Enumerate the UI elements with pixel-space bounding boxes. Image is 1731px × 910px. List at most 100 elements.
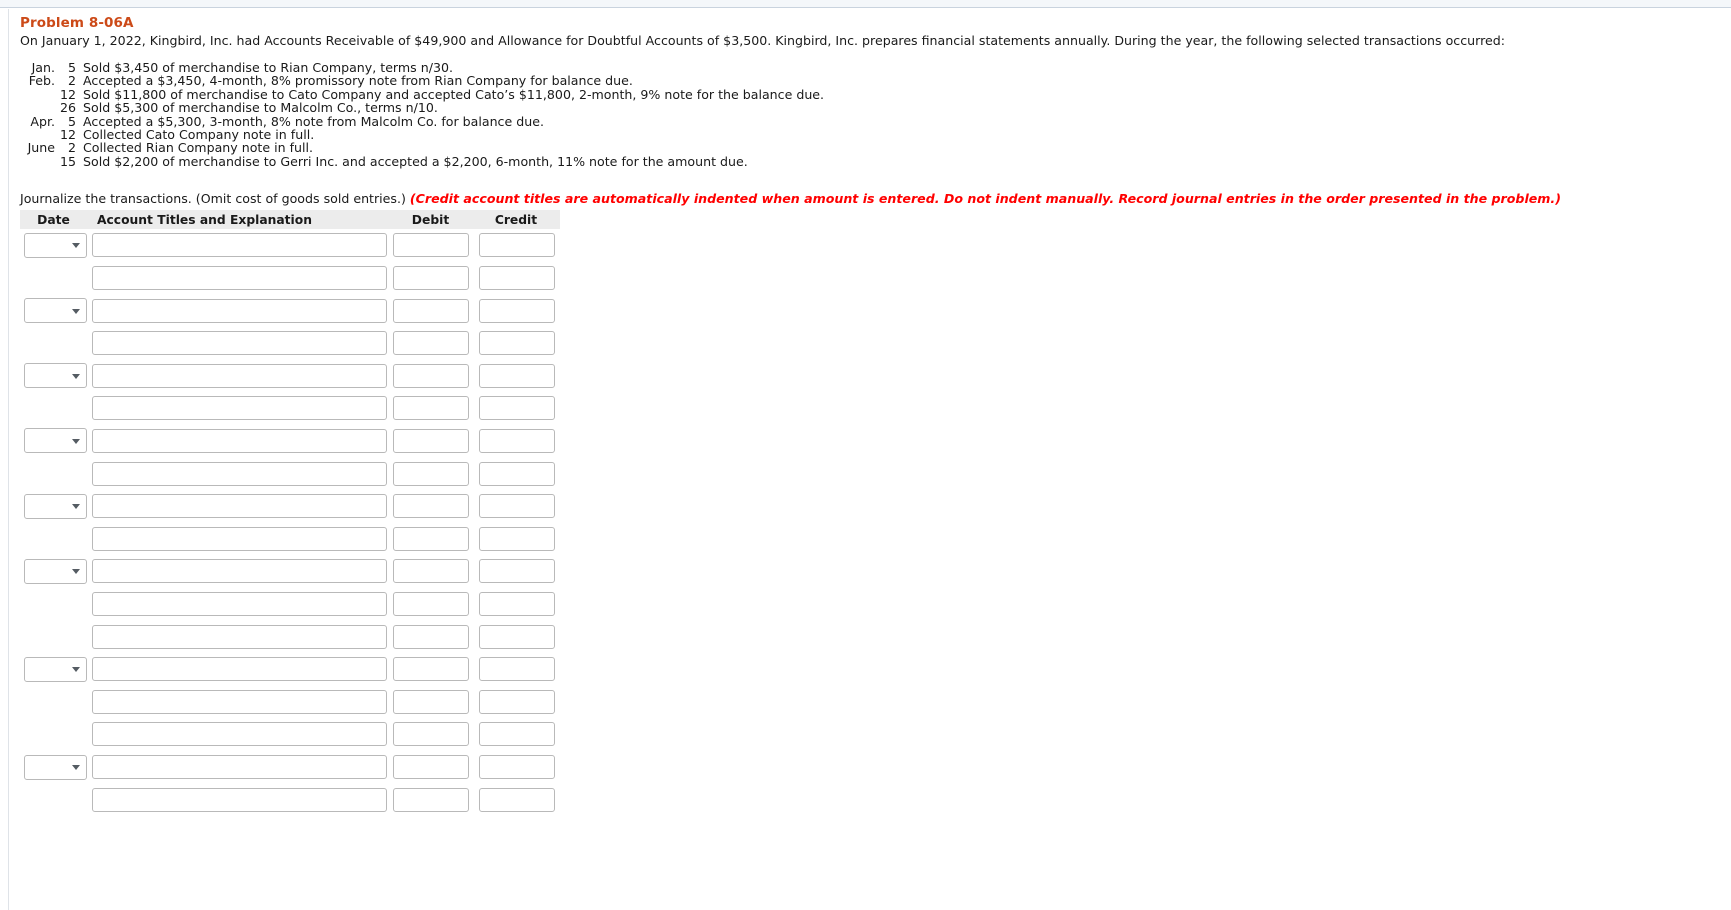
account-title-input-9[interactable] bbox=[92, 526, 387, 551]
account-title-input-14[interactable] bbox=[92, 689, 387, 714]
credit-cell bbox=[472, 559, 560, 584]
transaction-row: Apr. 5 Accepted a $5,300, 3-month, 8% note… bbox=[20, 113, 824, 129]
credit-amount-input-10[interactable] bbox=[479, 559, 555, 584]
date-cell bbox=[20, 298, 87, 324]
credit-cell bbox=[472, 722, 560, 747]
date-select-0[interactable] bbox=[24, 232, 87, 258]
account-title-input-5[interactable] bbox=[92, 396, 387, 421]
credit-amount-input-15[interactable] bbox=[479, 722, 555, 747]
transaction-row: 12 Sold $11,800 of merchandise to Cato Co… bbox=[20, 87, 824, 101]
journal-entry-row bbox=[20, 686, 560, 719]
credit-cell bbox=[472, 624, 560, 649]
account-title-input-7[interactable] bbox=[92, 461, 387, 486]
account-title-input-0[interactable] bbox=[92, 233, 387, 258]
date-select-16[interactable] bbox=[24, 754, 87, 780]
credit-amount-input-13[interactable] bbox=[479, 657, 555, 682]
journal-entry-row bbox=[20, 262, 560, 295]
debit-cell bbox=[389, 428, 472, 453]
transaction-day: 15 bbox=[59, 153, 76, 169]
credit-amount-input-5[interactable] bbox=[479, 396, 555, 421]
account-title-input-6[interactable] bbox=[92, 428, 387, 453]
credit-amount-input-8[interactable] bbox=[479, 494, 555, 519]
credit-amount-input-11[interactable] bbox=[479, 592, 555, 616]
credit-amount-input-4[interactable] bbox=[479, 363, 555, 388]
debit-amount-input-11[interactable] bbox=[393, 592, 469, 616]
debit-amount-input-7[interactable] bbox=[393, 461, 469, 486]
account-title-input-4[interactable] bbox=[92, 363, 387, 388]
account-cell bbox=[87, 396, 389, 421]
account-title-input-12[interactable] bbox=[92, 624, 387, 649]
debit-cell bbox=[389, 396, 472, 421]
account-cell bbox=[87, 331, 389, 356]
debit-amount-input-0[interactable] bbox=[393, 233, 469, 258]
debit-cell bbox=[389, 722, 472, 747]
transaction-day: 5 bbox=[67, 113, 76, 129]
credit-amount-input-6[interactable] bbox=[479, 428, 555, 453]
chevron-down-icon bbox=[72, 765, 80, 771]
account-title-input-3[interactable] bbox=[92, 331, 387, 356]
journal-entry-row bbox=[20, 425, 560, 458]
date-select-8[interactable] bbox=[24, 493, 87, 519]
credit-amount-input-3[interactable] bbox=[479, 331, 555, 356]
credit-cell bbox=[472, 363, 560, 388]
credit-amount-input-0[interactable] bbox=[479, 233, 555, 258]
journal-table-header-row: Date Account Titles and Explanation Debi… bbox=[20, 210, 560, 229]
debit-amount-input-1[interactable] bbox=[393, 265, 469, 290]
account-title-input-10[interactable] bbox=[92, 559, 387, 584]
debit-cell bbox=[389, 657, 472, 682]
account-title-input-2[interactable] bbox=[92, 298, 387, 323]
transaction-description: Sold $3,450 of merchandise to Rian Compa… bbox=[83, 60, 453, 75]
account-title-input-8[interactable] bbox=[92, 494, 387, 519]
credit-amount-input-9[interactable] bbox=[479, 526, 555, 551]
credit-cell bbox=[472, 396, 560, 421]
debit-amount-input-4[interactable] bbox=[393, 363, 469, 388]
debit-amount-input-10[interactable] bbox=[393, 559, 469, 584]
debit-amount-input-8[interactable] bbox=[393, 494, 469, 519]
account-title-input-16[interactable] bbox=[92, 755, 387, 780]
debit-amount-input-9[interactable] bbox=[393, 526, 469, 551]
chevron-down-icon bbox=[72, 373, 80, 379]
debit-amount-input-17[interactable] bbox=[393, 787, 469, 812]
debit-amount-input-14[interactable] bbox=[393, 689, 469, 714]
transaction-month: Jan. bbox=[31, 60, 55, 75]
problem-content-panel: Problem 8-06A On January 1, 2022, Kingbi… bbox=[8, 9, 1731, 910]
credit-amount-input-12[interactable] bbox=[479, 624, 555, 649]
credit-amount-input-1[interactable] bbox=[479, 265, 555, 290]
debit-amount-input-6[interactable] bbox=[393, 428, 469, 453]
account-cell bbox=[87, 298, 389, 323]
debit-amount-input-13[interactable] bbox=[393, 657, 469, 682]
account-title-input-17[interactable] bbox=[92, 787, 387, 812]
credit-amount-input-16[interactable] bbox=[479, 755, 555, 780]
date-select-10[interactable] bbox=[24, 558, 87, 584]
date-select-4[interactable] bbox=[24, 363, 87, 389]
account-title-input-11[interactable] bbox=[92, 592, 387, 616]
debit-cell bbox=[389, 265, 472, 290]
account-cell bbox=[87, 722, 389, 747]
credit-amount-input-14[interactable] bbox=[479, 689, 555, 714]
debit-amount-input-5[interactable] bbox=[393, 396, 469, 421]
account-title-input-1[interactable] bbox=[92, 265, 387, 290]
journal-entry-row bbox=[20, 392, 560, 425]
date-select-6[interactable] bbox=[24, 428, 87, 454]
debit-cell bbox=[389, 526, 472, 551]
date-select-2[interactable] bbox=[24, 298, 87, 324]
account-cell bbox=[87, 592, 389, 616]
debit-amount-input-2[interactable] bbox=[393, 298, 469, 323]
instruction-main-text: Journalize the transactions. (Omit cost … bbox=[20, 191, 410, 206]
chevron-down-icon bbox=[72, 569, 80, 575]
credit-cell bbox=[472, 592, 560, 616]
account-title-input-13[interactable] bbox=[92, 657, 387, 682]
credit-amount-input-17[interactable] bbox=[479, 787, 555, 812]
column-header-debit: Debit bbox=[411, 212, 450, 227]
debit-amount-input-15[interactable] bbox=[393, 722, 469, 747]
debit-amount-input-12[interactable] bbox=[393, 624, 469, 649]
debit-cell bbox=[389, 363, 472, 388]
debit-amount-input-16[interactable] bbox=[393, 755, 469, 780]
credit-amount-input-7[interactable] bbox=[479, 461, 555, 486]
credit-amount-input-2[interactable] bbox=[479, 298, 555, 323]
transaction-list: Jan. 5 Sold $3,450 of merchandise to Rian … bbox=[20, 60, 825, 169]
account-title-input-15[interactable] bbox=[92, 722, 387, 747]
date-select-13[interactable] bbox=[24, 656, 87, 682]
date-cell bbox=[20, 656, 87, 682]
debit-amount-input-3[interactable] bbox=[393, 331, 469, 356]
